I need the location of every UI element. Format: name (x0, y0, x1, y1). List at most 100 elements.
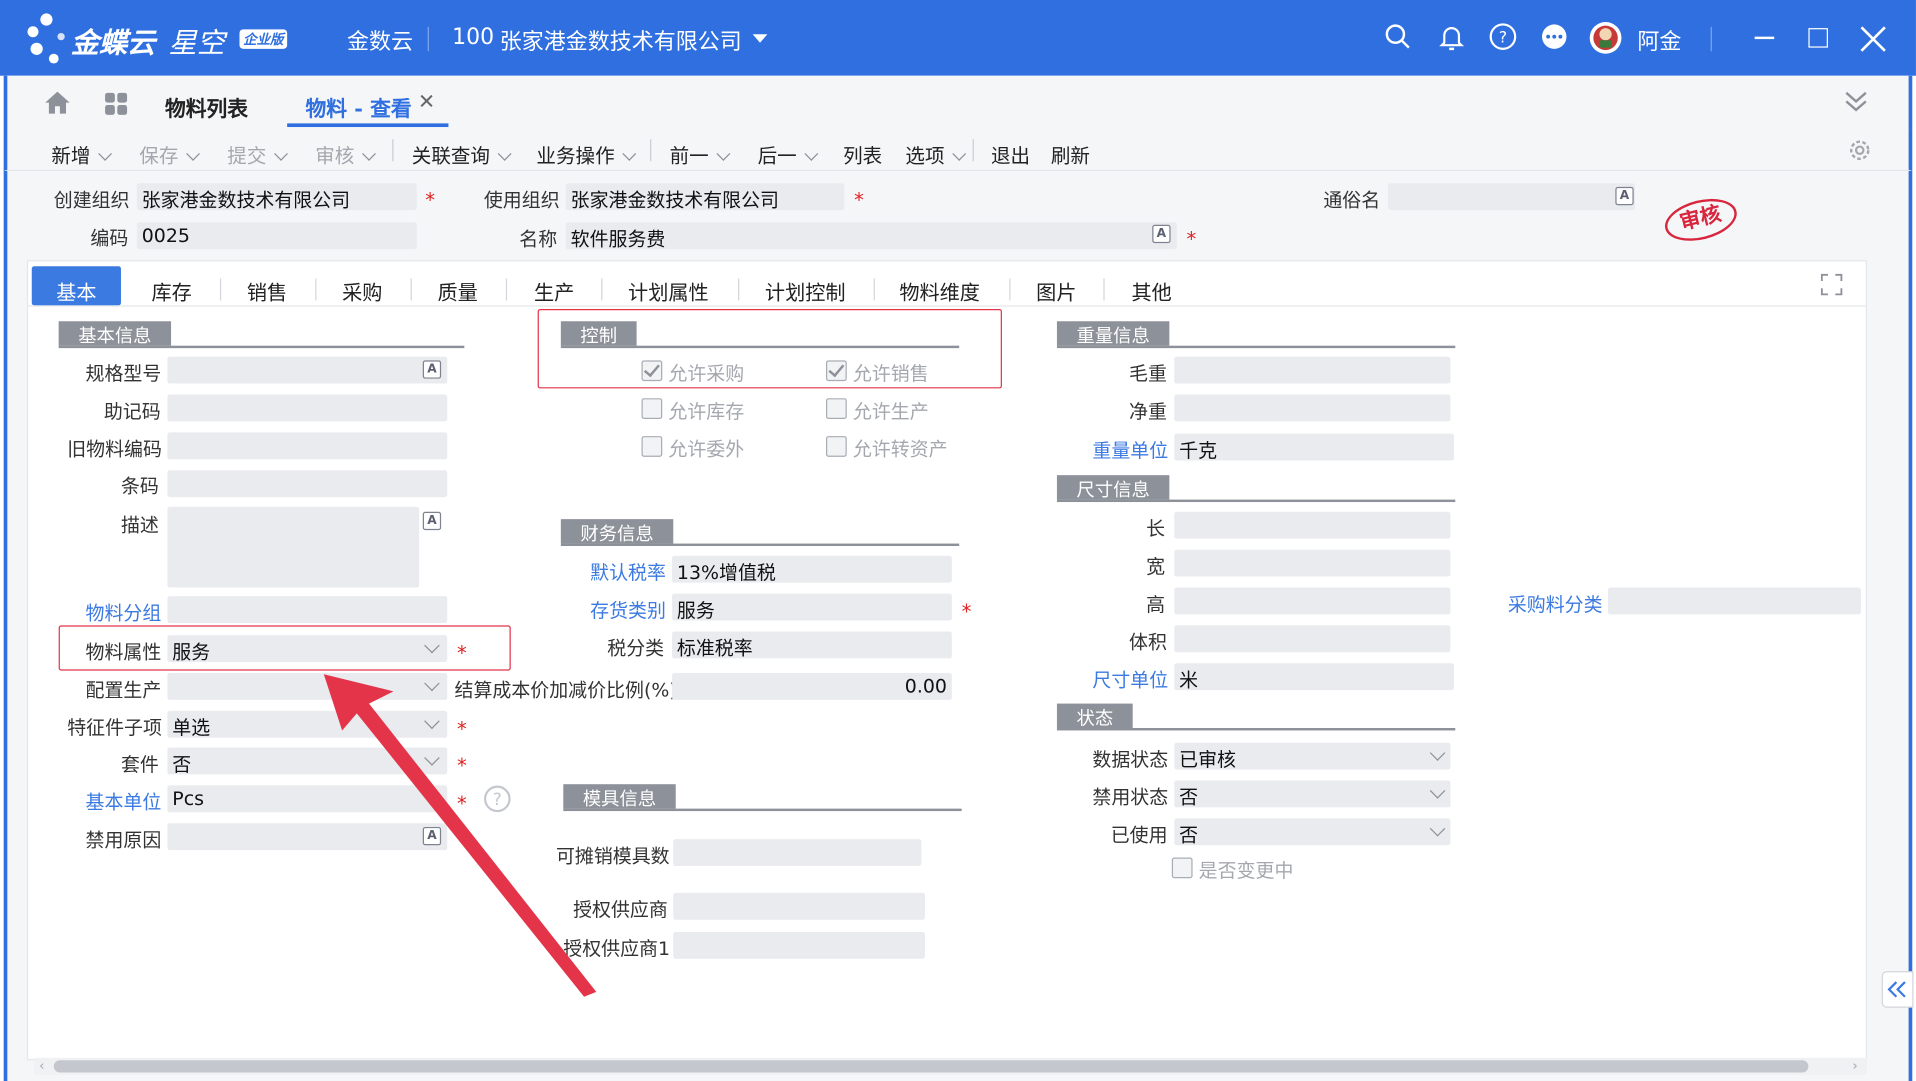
tax-rate-label[interactable]: 默认税率 (590, 558, 666, 585)
new-button[interactable]: 新增 (51, 139, 113, 168)
org-name[interactable]: 张家港金数技术有限公司 (500, 24, 742, 56)
changing-checkbox[interactable] (1171, 857, 1193, 879)
collapse-down-icon[interactable] (1843, 88, 1870, 115)
tab-sales[interactable]: 销售 (247, 276, 287, 305)
settle-ratio-field[interactable]: 0.00 (672, 673, 952, 700)
code-field[interactable]: 0025 (136, 222, 417, 250)
stock-category-field[interactable]: 服务 (672, 593, 952, 621)
close-icon[interactable] (1859, 24, 1888, 53)
tax-rate-field[interactable]: 13%增值税 (672, 555, 952, 583)
net-weight-field[interactable] (1174, 394, 1451, 422)
chevron-down-icon[interactable] (622, 146, 637, 161)
save-button[interactable]: 保存 (139, 139, 200, 168)
maximize-icon[interactable] (1808, 28, 1828, 48)
tab-close-icon[interactable]: ✕ (418, 90, 435, 114)
options-button[interactable]: 选项 (905, 139, 967, 168)
bell-icon[interactable] (1437, 22, 1466, 51)
tab-basic[interactable]: 基本 (56, 276, 96, 305)
chevron-down-icon[interactable] (716, 146, 731, 161)
audit-button[interactable]: 审核 (315, 139, 376, 168)
home-icon[interactable] (44, 90, 71, 114)
mnemonic-field[interactable] (167, 394, 448, 422)
side-panel-toggle[interactable] (1881, 971, 1914, 1008)
tab-material-view[interactable]: 物料 - 查看 (305, 92, 411, 122)
tab-plan-attr[interactable]: 计划属性 (628, 276, 709, 305)
desc-textarea[interactable] (167, 506, 420, 588)
more-icon[interactable] (1540, 22, 1569, 51)
purchase-category-field[interactable] (1608, 587, 1861, 615)
allow-produce-checkbox[interactable] (826, 398, 847, 419)
minimize-icon[interactable] (1754, 36, 1775, 40)
allow-asset-checkbox[interactable] (826, 436, 847, 457)
material-group-label[interactable]: 物料分组 (86, 599, 162, 626)
org-code[interactable]: 100 (452, 24, 494, 50)
chevron-down-icon[interactable] (362, 146, 376, 161)
barcode-field[interactable] (167, 470, 448, 498)
weight-unit-field[interactable]: 千克 (1174, 433, 1455, 461)
base-unit-label[interactable]: 基本单位 (86, 788, 162, 815)
height-field[interactable] (1174, 587, 1451, 615)
allow-stock-checkbox[interactable] (641, 398, 663, 419)
list-button[interactable]: 列表 (843, 139, 882, 168)
size-unit-label[interactable]: 尺寸单位 (1092, 666, 1168, 693)
size-unit-field[interactable]: 米 (1174, 663, 1455, 691)
use-org-field[interactable]: 张家港金数技术有限公司 (565, 183, 845, 211)
avatar[interactable] (1588, 21, 1622, 55)
help-icon[interactable]: ? (1488, 22, 1517, 51)
tab-purchase[interactable]: 采购 (342, 276, 382, 305)
apps-grid-icon[interactable] (104, 92, 128, 116)
double-chevron-left-icon[interactable] (1883, 972, 1912, 1006)
length-field[interactable] (1174, 511, 1451, 539)
gross-weight-field[interactable] (1174, 356, 1451, 384)
multilang-icon[interactable]: A (1615, 186, 1634, 206)
tab-images[interactable]: 图片 (1036, 276, 1076, 305)
tab-production[interactable]: 生产 (534, 276, 574, 305)
allow-sale-checkbox[interactable] (826, 360, 847, 382)
purchase-category-label[interactable]: 采购料分类 (1508, 590, 1603, 617)
multilang-icon[interactable]: A (422, 511, 442, 531)
old-code-field[interactable] (167, 432, 448, 460)
used-select[interactable]: 否 (1174, 818, 1451, 846)
chevron-down-icon[interactable] (274, 146, 288, 161)
chevron-down-icon[interactable] (186, 146, 200, 161)
scroll-left-icon[interactable]: ‹ (39, 1058, 44, 1074)
submit-button[interactable]: 提交 (227, 139, 288, 168)
multilang-icon[interactable]: A (1152, 224, 1171, 244)
volume-field[interactable] (1174, 625, 1451, 653)
material-group-field[interactable] (167, 596, 448, 623)
scrollbar-thumb[interactable] (53, 1060, 1809, 1073)
width-field[interactable] (1174, 549, 1451, 577)
allow-outsource-checkbox[interactable] (641, 436, 663, 457)
search-icon[interactable] (1383, 22, 1412, 51)
exit-button[interactable]: 退出 (991, 139, 1030, 168)
tab-material-list[interactable]: 物料列表 (165, 92, 248, 122)
user-name[interactable]: 阿金 (1637, 24, 1681, 56)
org-dropdown-icon[interactable] (752, 34, 768, 43)
tab-inventory[interactable]: 库存 (152, 276, 192, 305)
tab-quality[interactable]: 质量 (437, 276, 477, 305)
data-status-select[interactable]: 已审核 (1174, 742, 1451, 770)
tax-class-field[interactable]: 标准税率 (672, 631, 952, 659)
tab-plan-control[interactable]: 计划控制 (765, 276, 846, 305)
forbid-status-select[interactable]: 否 (1174, 780, 1451, 808)
spec-field[interactable] (167, 356, 448, 384)
fullscreen-icon[interactable] (1820, 273, 1843, 296)
chevron-down-icon[interactable] (952, 146, 967, 161)
common-name-field[interactable] (1388, 183, 1635, 211)
weight-unit-label[interactable]: 重量单位 (1092, 436, 1168, 463)
chevron-down-icon[interactable] (98, 146, 113, 161)
chevron-down-icon[interactable] (497, 146, 512, 161)
next-button[interactable]: 后一 (758, 139, 819, 168)
tab-dimensions[interactable]: 物料维度 (899, 276, 980, 305)
refresh-button[interactable]: 刷新 (1051, 139, 1090, 168)
auth-supplier-field[interactable] (673, 892, 925, 920)
cloud-name[interactable]: 金数云 (347, 24, 413, 56)
related-query-button[interactable]: 关联查询 (412, 139, 512, 168)
name-field[interactable]: 软件服务费 (565, 222, 1177, 250)
stock-category-label[interactable]: 存货类别 (590, 596, 666, 623)
scroll-right-icon[interactable]: › (1852, 1058, 1857, 1074)
auth-supplier1-field[interactable] (673, 932, 925, 959)
tab-other[interactable]: 其他 (1131, 276, 1171, 305)
create-org-field[interactable]: 张家港金数技术有限公司 (136, 183, 417, 211)
gear-icon[interactable] (1848, 138, 1872, 162)
